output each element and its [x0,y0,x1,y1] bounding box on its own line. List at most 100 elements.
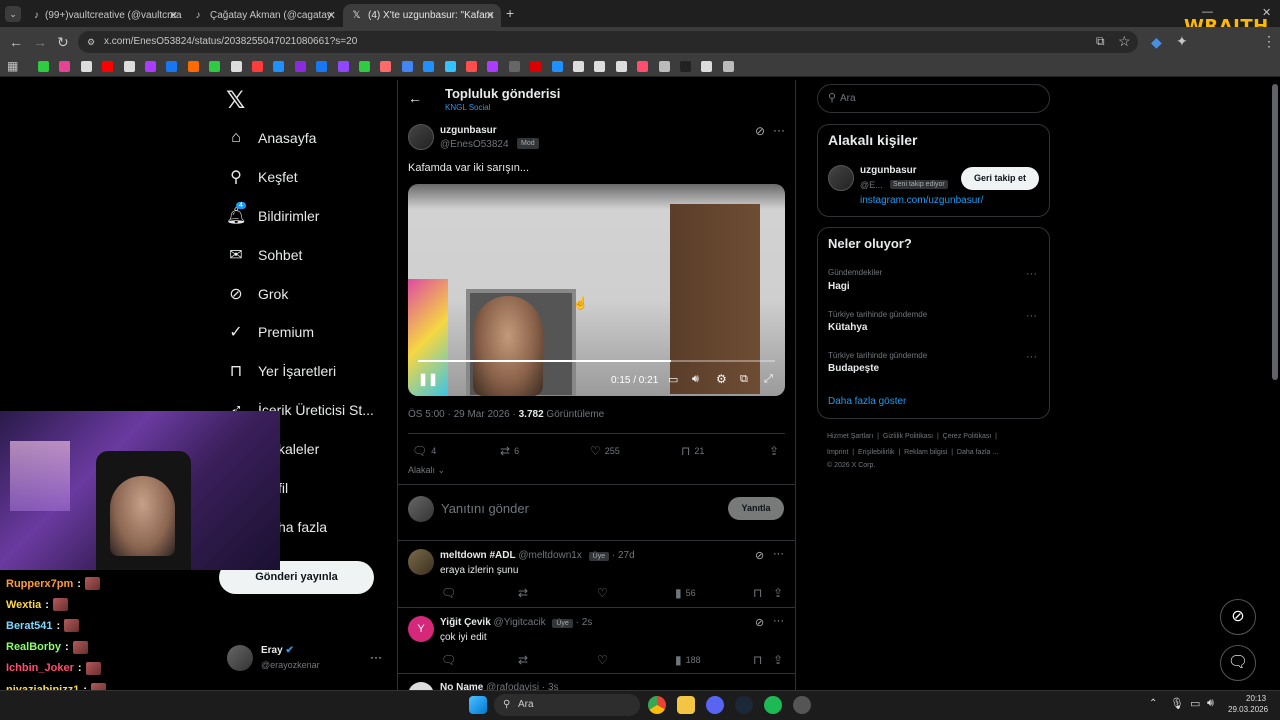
bookmark-favicon-icon[interactable] [508,61,520,72]
like-action[interactable]: ♡ 255 [590,444,620,458]
x-logo-icon[interactable]: 𝕏 [226,86,245,114]
bookmark-favicon-icon[interactable] [294,61,306,72]
trend-more-icon[interactable]: ··· [1026,268,1037,280]
grok-float-button[interactable]: ⊘ [1220,599,1256,635]
url-field[interactable]: ⚙ x.com/EnesO53824/status/20382550470210… [78,31,1138,53]
reply-repost-action[interactable]: ⇄ [518,653,528,667]
reply-share-action[interactable]: ⇪ [773,653,783,667]
account-more-icon[interactable]: ··· [370,650,382,664]
reply-bookmark-action[interactable]: ⊓ [753,586,762,600]
close-icon[interactable]: ✕ [327,9,336,22]
puzzle-icon[interactable]: ✦ [1176,33,1188,50]
close-icon[interactable]: ✕ [169,9,178,22]
community-link[interactable]: KNGL Social [445,103,491,112]
bookmark-favicon-icon[interactable] [551,61,563,72]
mic-icon[interactable]: 🎙︎ [1170,697,1184,710]
clock-date[interactable]: 29.03.2026 [1228,705,1268,714]
reload-icon[interactable]: ↻ [57,34,69,51]
install-icon[interactable]: ⧉ [1096,34,1105,49]
reply-more-icon[interactable]: ··· [773,548,784,560]
new-tab-icon[interactable]: + [506,5,514,21]
messages-float-button[interactable]: 🗨︎ [1220,645,1256,681]
bookmark-favicon-icon[interactable] [423,61,435,72]
author-handle[interactable]: @EnesO53824 [440,139,509,150]
trend-name[interactable]: Hagi [828,281,850,292]
sidebar-item-bookmarks[interactable]: ⊓ Yer İşaretleri [226,359,336,383]
share-action[interactable]: ⇪ [769,444,779,458]
reply-avatar[interactable]: Y [408,616,434,642]
bookmark-favicon-icon[interactable] [102,61,114,72]
scrollbar[interactable] [1272,84,1278,380]
reply-like-action[interactable]: ♡ [597,586,608,600]
bookmark-favicon-icon[interactable] [530,61,542,72]
reply-grok-icon[interactable]: ⊘ [755,616,764,629]
site-info-icon[interactable]: ⚙ [87,31,95,53]
show-more-link[interactable]: Daha fazla göster [828,396,906,407]
reply-like-action[interactable]: ♡ [597,653,608,667]
trend-more-icon[interactable]: ··· [1026,351,1037,363]
post-more-icon[interactable]: ··· [773,123,785,137]
captions-icon[interactable]: ▭ [668,373,678,386]
bookmark-favicon-icon[interactable] [273,61,285,72]
person-link[interactable]: instagram.com/uzgunbasur/ [860,195,983,206]
bookmark-favicon-icon[interactable] [145,61,156,72]
forward-icon[interactable]: → [33,34,47,50]
search-input[interactable]: ⚲ Ara [817,84,1050,113]
bookmark-favicon-icon[interactable] [637,61,649,72]
sidebar-item-premium[interactable]: ✓ Premium [226,320,314,344]
author-name[interactable]: uzgunbasur [440,125,497,136]
extension-icon[interactable]: ◆ [1151,34,1162,51]
bookmark-favicon-icon[interactable] [401,61,413,72]
tab-cagatay[interactable]: ♪ Çağatay Akman (@cagatay ✕ [184,4,342,27]
sidebar-item-messages[interactable]: ✉ Sohbet [226,243,302,267]
sidebar-item-articles[interactable]: kaleler [278,437,319,461]
bookmark-favicon-icon[interactable] [209,61,221,72]
apps-icon[interactable]: ▦ [7,59,18,73]
bookmark-favicon-icon[interactable] [701,61,713,72]
pip-icon[interactable]: ⧉ [740,373,748,386]
trend-more-icon[interactable]: ··· [1026,310,1037,322]
list-item[interactable]: Y Yiğit Çevik @Yigitcacik Üye · 2s ⊘ ···… [397,607,795,673]
volume-icon[interactable]: 🔊︎ [692,373,699,386]
bookmark-favicon-icon[interactable] [59,61,71,72]
minimize-icon[interactable]: — [1202,6,1213,18]
author-avatar[interactable] [408,124,434,150]
bookmark-favicon-icon[interactable] [722,61,734,72]
sidebar-item-notifications[interactable]: 🔔︎ 4 Bildirimler [226,202,319,228]
chrome-icon[interactable] [648,696,666,714]
footer-links[interactable]: Imprint | Erişilebilirlik | Reklam bilgi… [827,449,998,456]
spotify-icon[interactable] [764,696,782,714]
network-icon[interactable]: ▭ [1190,697,1200,710]
grok-post-icon[interactable]: ⊘ [755,124,765,138]
bookmark-favicon-icon[interactable] [337,61,349,72]
bookmark-favicon-icon[interactable] [166,61,178,72]
close-icon[interactable]: ✕ [486,9,495,22]
related-sort[interactable]: Alakalı ⌄ [408,465,445,476]
bookmark-favicon-icon[interactable] [380,61,392,72]
reply-bookmark-action[interactable]: ⊓ [753,653,762,667]
sidebar-item-more[interactable]: ha fazla [278,515,327,539]
reply-reply-action[interactable]: 🗨︎ [441,586,456,600]
footer-links[interactable]: Hizmet Şartları | Gizlilik Politikası | … [827,433,997,440]
bookmark-favicon-icon[interactable] [658,61,670,72]
back-arrow-icon[interactable]: ← [408,90,422,106]
volume-tray-icon[interactable]: 🔊︎ [1207,697,1214,710]
file-explorer-icon[interactable] [677,696,695,714]
reply-reply-action[interactable]: 🗨︎ [441,653,456,667]
bookmark-favicon-icon[interactable] [487,61,499,72]
reply-more-icon[interactable]: ··· [773,615,784,627]
menu-icon[interactable]: ⋮ [1262,33,1276,50]
bookmark-favicon-icon[interactable] [466,61,477,72]
bookmark-favicon-icon[interactable] [316,61,328,72]
account-avatar[interactable] [227,645,253,671]
bookmark-favicon-icon[interactable] [359,61,370,72]
bookmark-favicon-icon[interactable] [573,61,584,72]
steam-icon[interactable] [735,696,753,714]
bookmark-favicon-icon[interactable] [187,61,199,72]
tab-x-post[interactable]: 𝕏 (4) X'te uzgunbasur: "Kafam ✕ [343,4,501,27]
reply-repost-action[interactable]: ⇄ [518,586,528,600]
reply-avatar[interactable] [408,549,434,575]
reply-submit-button[interactable]: Yanıtla [728,497,784,520]
bookmark-action[interactable]: ⊓ 21 [681,444,704,458]
settings-icon[interactable]: ⚙ [716,372,727,386]
